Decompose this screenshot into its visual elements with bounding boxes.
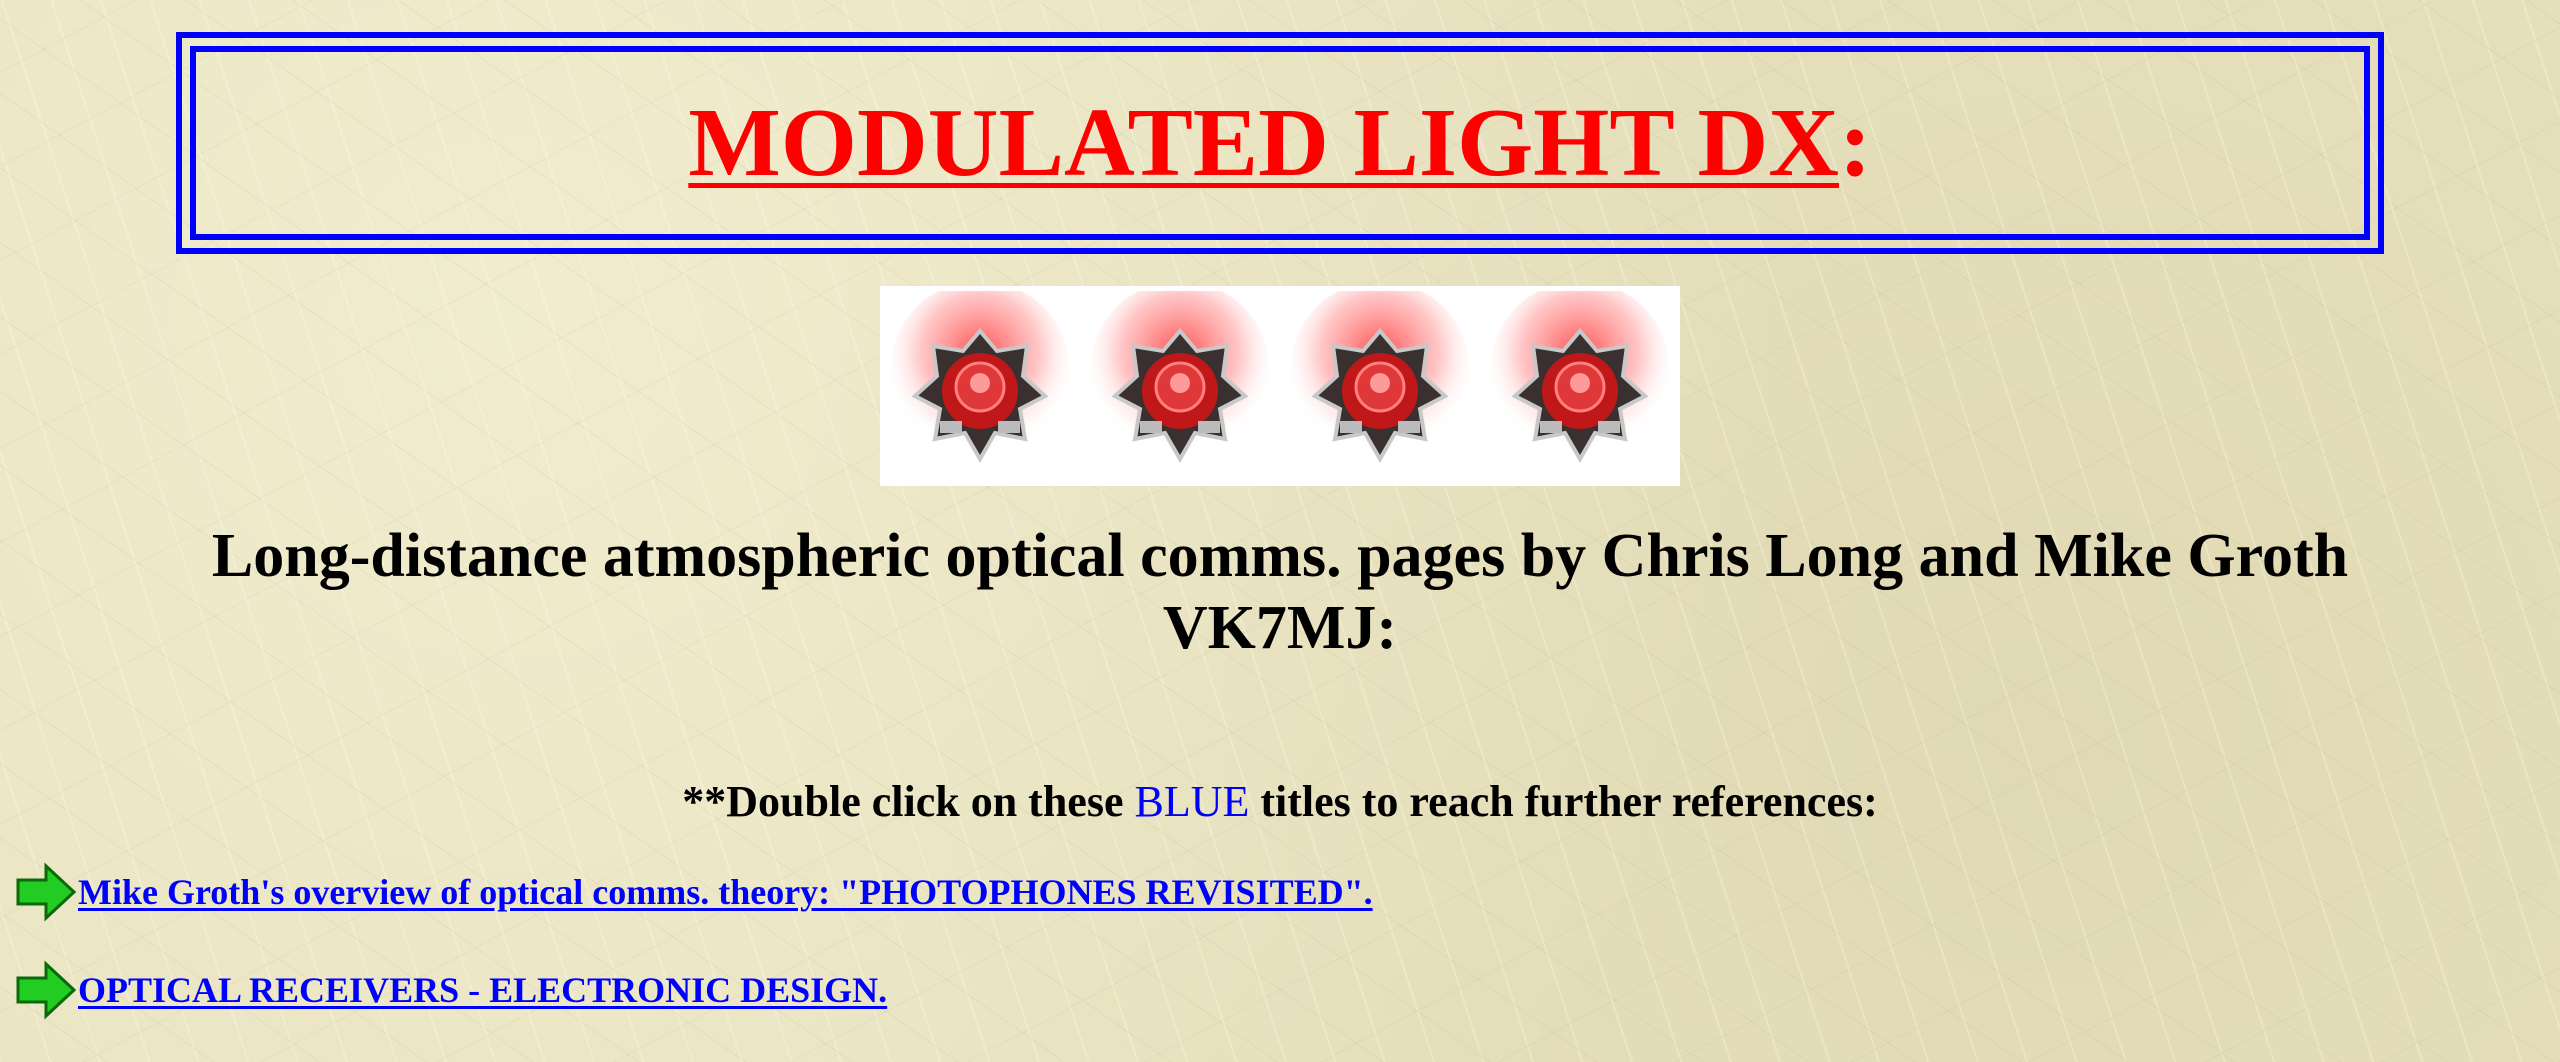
page-title: MODULATED LIGHT DX: (688, 94, 1871, 192)
page-title-link[interactable]: MODULATED LIGHT DX (688, 89, 1839, 197)
link-item-photophones: Mike Groth's overview of optical comms. … (16, 862, 1373, 922)
link-optical-receivers[interactable]: OPTICAL RECEIVERS - ELECTRONIC DESIGN. (78, 969, 887, 1011)
page-subtitle: Long-distance atmospheric optical comms.… (211, 522, 2349, 662)
link-item-optical-receivers: OPTICAL RECEIVERS - ELECTRONIC DESIGN. (16, 960, 887, 1020)
green-arrow-icon (16, 862, 76, 922)
instruction-text: **Double click on these BLUE titles to r… (0, 774, 2560, 830)
led-star-icon (1090, 291, 1270, 464)
instruction-highlight: BLUE (1134, 777, 1250, 826)
page-title-suffix: : (1839, 89, 1872, 197)
led-banner-image (880, 286, 1680, 486)
title-frame: MODULATED LIGHT DX: (176, 32, 2384, 254)
instruction-prefix: **Double click on these (682, 777, 1135, 826)
instruction-suffix: titles to reach further references: (1249, 777, 1878, 826)
led-star-icon (890, 291, 1070, 464)
green-arrow-icon (16, 960, 76, 1020)
link-photophones-revisited[interactable]: Mike Groth's overview of optical comms. … (78, 871, 1373, 913)
led-star-icon (1490, 291, 1670, 464)
title-frame-inner: MODULATED LIGHT DX: (190, 46, 2370, 240)
led-star-icon (1290, 291, 1470, 464)
